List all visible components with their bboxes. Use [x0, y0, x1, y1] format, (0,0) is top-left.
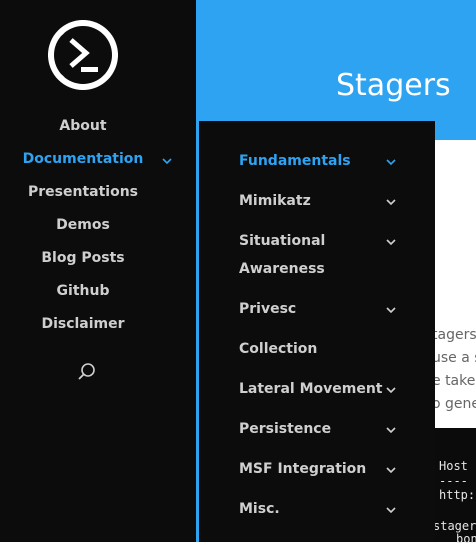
- dropdown-item-collection[interactable]: Collection: [239, 335, 389, 363]
- logo-icon[interactable]: [46, 18, 120, 92]
- dropdown-item-privesc[interactable]: Privesc: [239, 295, 389, 323]
- dropdown-item-misc[interactable]: Misc.: [239, 495, 389, 523]
- dropdown-item-situational-awareness-line2[interactable]: Awareness: [239, 255, 389, 283]
- chevron-down-icon[interactable]: [385, 384, 397, 396]
- nav-item-documentation[interactable]: Documentation: [0, 151, 166, 167]
- chevron-down-icon[interactable]: [385, 156, 397, 168]
- code-line: Host: [439, 459, 468, 473]
- chevron-down-icon[interactable]: [385, 304, 397, 316]
- paragraph-line: use a s: [432, 350, 476, 366]
- dropdown-item-msf-integration[interactable]: MSF Integration: [239, 455, 389, 483]
- nav-item-demos[interactable]: Demos: [0, 217, 166, 233]
- dropdown-item-persistence[interactable]: Persistence: [239, 415, 389, 443]
- search-icon[interactable]: [77, 362, 97, 382]
- dropdown-item-situational-awareness[interactable]: Situational: [239, 227, 389, 255]
- nav-item-about[interactable]: About: [0, 118, 166, 134]
- chevron-down-icon[interactable]: [385, 464, 397, 476]
- code-line: bon: [456, 532, 476, 546]
- nav-item-disclaimer[interactable]: Disclaimer: [0, 316, 166, 332]
- page-title: Stagers: [336, 68, 451, 103]
- chevron-down-icon[interactable]: [385, 196, 397, 208]
- code-line: ----: [439, 474, 468, 488]
- chevron-down-icon[interactable]: [385, 504, 397, 516]
- code-line: stager: [433, 519, 476, 533]
- paragraph-line: o gene: [432, 396, 476, 412]
- chevron-down-icon[interactable]: [385, 424, 397, 436]
- code-line: http:: [439, 488, 476, 502]
- chevron-down-icon[interactable]: [385, 236, 397, 248]
- sidebar-nav: About Documentation Presentations Demos …: [0, 0, 196, 542]
- nav-item-blog-posts[interactable]: Blog Posts: [0, 250, 166, 266]
- nav-item-github[interactable]: Github: [0, 283, 166, 299]
- dropdown-item-fundamentals[interactable]: Fundamentals: [239, 147, 389, 175]
- paragraph-line: e taken: [432, 373, 476, 389]
- dropdown-item-lateral-movement[interactable]: Lateral Movement: [239, 375, 389, 403]
- chevron-down-icon[interactable]: [161, 155, 173, 167]
- paragraph-line: tagers: [432, 327, 476, 343]
- dropdown-item-mimikatz[interactable]: Mimikatz: [239, 187, 389, 215]
- nav-item-presentations[interactable]: Presentations: [0, 184, 166, 200]
